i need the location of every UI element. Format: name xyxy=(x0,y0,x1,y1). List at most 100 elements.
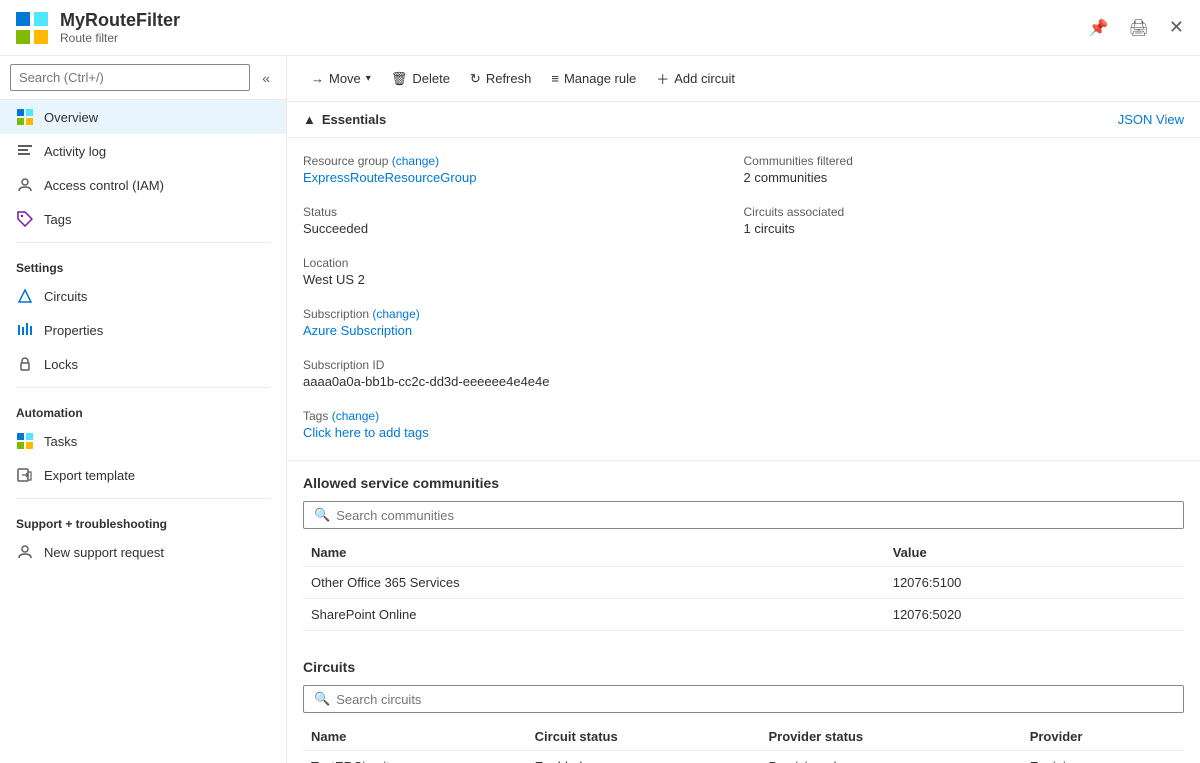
tasks-label: Tasks xyxy=(44,434,77,449)
sidebar-item-overview[interactable]: Overview xyxy=(0,100,286,134)
circuits-search-icon: 🔍 xyxy=(314,691,330,707)
locks-icon xyxy=(16,355,34,373)
tasks-icon xyxy=(16,432,34,450)
subscription-item: Subscription (change) Azure Subscription xyxy=(303,303,744,346)
resource-group-value-link[interactable]: ExpressRouteResourceGroup xyxy=(303,170,476,185)
page-header: MyRouteFilter Route filter 📌 🖨 ✕ xyxy=(0,0,1200,56)
community-name: Other Office 365 Services xyxy=(303,567,885,599)
community-value: 12076:5100 xyxy=(885,567,1184,599)
print-button[interactable]: 🖨 xyxy=(1125,14,1153,42)
properties-icon xyxy=(16,321,34,339)
circuits-col-circuit-status: Circuit status xyxy=(527,723,761,751)
provider-status: Provisioned xyxy=(761,751,1022,763)
manage-rule-icon: ≡ xyxy=(551,71,559,86)
circuits-col-name: Name xyxy=(303,723,527,751)
location-value: West US 2 xyxy=(303,272,744,287)
subscription-value-link[interactable]: Azure Subscription xyxy=(303,323,412,338)
empty-right xyxy=(744,252,1185,295)
move-button[interactable]: → Move ▾ xyxy=(303,66,379,91)
essentials-grid: Resource group (change) ExpressRouteReso… xyxy=(287,138,1200,461)
circuits-associated-item: Circuits associated 1 circuits xyxy=(744,201,1185,244)
circuit-status: Enabled xyxy=(527,751,761,763)
page-title: MyRouteFilter xyxy=(60,10,1085,31)
communities-title: Allowed service communities xyxy=(303,475,1184,491)
add-circuit-button[interactable]: ＋ Add circuit xyxy=(648,64,743,93)
delete-button[interactable]: 🗑 Delete xyxy=(383,66,458,92)
move-icon: → xyxy=(311,71,324,86)
sidebar-item-access-control[interactable]: Access control (IAM) xyxy=(0,168,286,202)
resource-group-label: Resource group (change) xyxy=(303,154,744,168)
new-support-label: New support request xyxy=(44,545,164,560)
overview-label: Overview xyxy=(44,110,98,125)
search-bar: « xyxy=(0,56,286,100)
sidebar: « Overview Acti xyxy=(0,56,287,763)
circuits-section-title: Circuits xyxy=(303,659,1184,675)
status-item: Status Succeeded xyxy=(303,201,744,244)
essentials-title: ▲ Essentials xyxy=(303,112,386,127)
sidebar-item-locks[interactable]: Locks xyxy=(0,347,286,381)
circuits-search-input[interactable] xyxy=(336,692,1173,707)
communities-filtered-item: Communities filtered 2 communities xyxy=(744,150,1185,193)
sidebar-item-export-template[interactable]: Export template xyxy=(0,458,286,492)
subscription-label: Subscription (change) xyxy=(303,307,744,321)
pin-button[interactable]: 📌 xyxy=(1085,14,1113,42)
header-actions: 📌 🖨 xyxy=(1085,14,1153,42)
manage-rule-button[interactable]: ≡ Manage rule xyxy=(543,66,644,91)
automation-section-label: Automation xyxy=(0,394,286,424)
refresh-icon: ↻ xyxy=(470,71,481,87)
status-value: Succeeded xyxy=(303,221,744,236)
search-input[interactable] xyxy=(10,64,250,91)
circuit-name: TestERCircuit xyxy=(303,751,527,763)
content-area: → Move ▾ 🗑 Delete ↻ Refresh ≡ Manage rul… xyxy=(287,56,1200,763)
access-control-label: Access control (IAM) xyxy=(44,178,164,193)
circuits-search-box[interactable]: 🔍 xyxy=(303,685,1184,713)
resource-group-item: Resource group (change) ExpressRouteReso… xyxy=(303,150,744,193)
locks-label: Locks xyxy=(44,357,78,372)
communities-filtered-value: 2 communities xyxy=(744,170,1185,185)
sidebar-item-circuits[interactable]: Circuits xyxy=(0,279,286,313)
export-icon xyxy=(16,466,34,484)
overview-icon xyxy=(16,108,34,126)
move-chevron-icon: ▾ xyxy=(366,73,371,84)
sidebar-item-activity-log[interactable]: Activity log xyxy=(0,134,286,168)
tags-change-link[interactable]: (change) xyxy=(332,409,379,423)
communities-section: Allowed service communities 🔍 Name Value… xyxy=(287,461,1200,645)
resource-group-change-link[interactable]: (change) xyxy=(392,154,439,168)
location-item: Location West US 2 xyxy=(303,252,744,295)
tags-value-link[interactable]: Click here to add tags xyxy=(303,425,429,440)
settings-section-label: Settings xyxy=(0,249,286,279)
settings-divider xyxy=(16,242,270,243)
communities-search-icon: 🔍 xyxy=(314,507,330,523)
circuits-associated-label: Circuits associated xyxy=(744,205,1185,219)
page-subtitle: Route filter xyxy=(60,31,1085,45)
sidebar-item-new-support[interactable]: New support request xyxy=(0,535,286,569)
circuits-col-provider: Provider xyxy=(1022,723,1184,751)
location-label: Location xyxy=(303,256,744,270)
circuits-section: Circuits 🔍 Name Circuit status Provider … xyxy=(287,645,1200,763)
support-section-label: Support + troubleshooting xyxy=(0,505,286,535)
communities-search-box[interactable]: 🔍 xyxy=(303,501,1184,529)
provider: Equinix xyxy=(1022,751,1184,763)
sidebar-item-properties[interactable]: Properties xyxy=(0,313,286,347)
sidebar-item-tasks[interactable]: Tasks xyxy=(0,424,286,458)
collapse-button[interactable]: « xyxy=(256,68,276,88)
main-layout: « Overview Acti xyxy=(0,56,1200,763)
close-button[interactable]: ✕ xyxy=(1169,17,1184,38)
support-icon xyxy=(16,543,34,561)
json-view-link[interactable]: JSON View xyxy=(1118,112,1184,127)
tags-item: Tags (change) Click here to add tags xyxy=(303,405,744,448)
tags-essentials-label: Tags (change) xyxy=(303,409,744,423)
table-row: TestERCircuitEnabledProvisionedEquinix xyxy=(303,751,1184,763)
export-template-label: Export template xyxy=(44,468,135,483)
empty-right2 xyxy=(744,303,1185,346)
circuits-associated-value: 1 circuits xyxy=(744,221,1185,236)
sidebar-item-tags[interactable]: Tags xyxy=(0,202,286,236)
communities-search-input[interactable] xyxy=(336,508,1173,523)
status-label: Status xyxy=(303,205,744,219)
community-name: SharePoint Online xyxy=(303,599,885,631)
activity-log-icon xyxy=(16,142,34,160)
header-title-group: MyRouteFilter Route filter xyxy=(60,10,1085,45)
subscription-id-label: Subscription ID xyxy=(303,358,744,372)
subscription-change-link[interactable]: (change) xyxy=(372,307,419,321)
refresh-button[interactable]: ↻ Refresh xyxy=(462,66,539,92)
